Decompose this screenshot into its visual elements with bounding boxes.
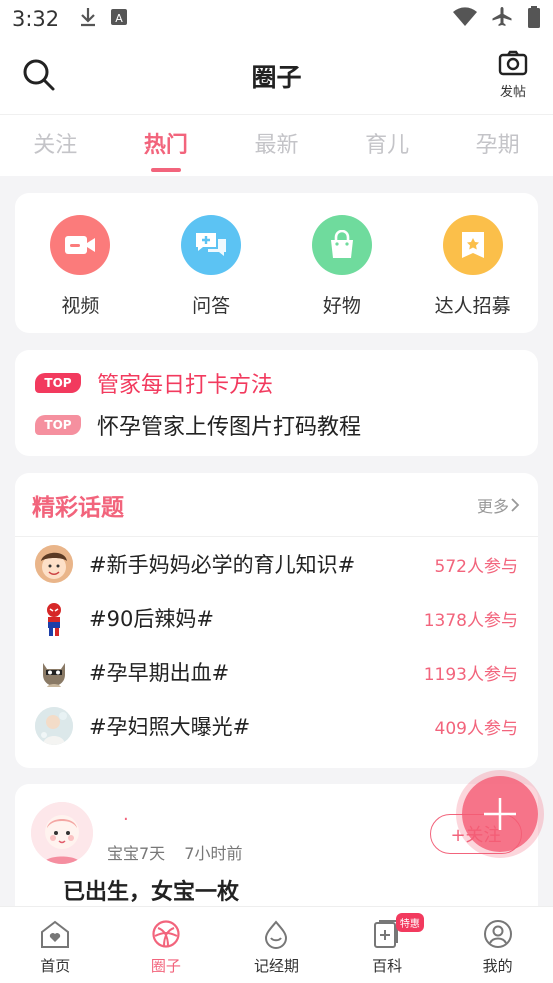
pinned-post[interactable]: TOP 管家每日打卡方法	[35, 362, 518, 404]
nav-label: 我的	[482, 957, 513, 975]
svg-text:A: A	[115, 12, 123, 25]
quick-entry-label: 达人招募	[434, 295, 511, 317]
video-icon	[50, 215, 111, 275]
tab-parenting[interactable]: 育儿	[332, 115, 443, 176]
nav-home[interactable]: 首页	[0, 907, 111, 983]
quick-entry-label: 问答	[192, 295, 231, 317]
top-badge: TOP	[35, 373, 81, 393]
topic-item[interactable]: #新手妈妈必学的育儿知识# 572人参与	[15, 537, 538, 591]
topic-name: #90后辣妈#	[89, 607, 214, 631]
topic-item[interactable]: #孕妇照大曝光# 409人参与	[15, 699, 538, 753]
circle-icon	[152, 920, 180, 948]
quick-entry-qa[interactable]: 问答	[146, 193, 277, 333]
topic-participants: 572人参与	[434, 556, 518, 577]
post-meta: 宝宝7天 7小时前	[107, 840, 256, 864]
featured-topics-card: 精彩话题 更多 #新手妈妈必学的育儿知识# 572人参与 #90后辣妈# 137…	[15, 473, 538, 768]
username[interactable]: .	[123, 804, 129, 825]
download-icon	[79, 7, 97, 32]
post-button[interactable]: 发帖	[495, 50, 531, 100]
top-bar: 圈子 发帖	[0, 38, 553, 114]
profile-icon	[483, 920, 512, 948]
nav-label: 圈子	[150, 957, 181, 975]
tab-hot[interactable]: 热门	[111, 115, 222, 176]
airplane-icon	[491, 6, 513, 33]
pinned-post-title: 管家每日打卡方法	[97, 373, 274, 398]
home-heart-icon	[41, 920, 70, 948]
topic-item[interactable]: #90后辣妈# 1378人参与	[15, 591, 538, 645]
post-title[interactable]: 已出生，女宝一枚	[63, 874, 239, 906]
nav-label: 首页	[40, 957, 71, 975]
nav-label: 记经期	[253, 957, 299, 975]
drop-icon	[265, 920, 288, 949]
category-tabs: 关注 热门 最新 育儿 孕期	[0, 114, 553, 176]
user-avatar[interactable]	[31, 802, 93, 864]
topic-participants: 409人参与	[434, 718, 518, 739]
plus-icon	[484, 798, 516, 830]
quick-entry-label: 好物	[322, 295, 361, 317]
nav-profile[interactable]: 我的	[442, 907, 553, 983]
nav-label: 百科	[372, 957, 403, 975]
pinned-post-title: 怀孕管家上传图片打码教程	[97, 415, 362, 440]
nav-period[interactable]: 记经期	[221, 907, 332, 983]
topic-avatar	[35, 599, 73, 637]
quick-entry-video[interactable]: 视频	[15, 193, 146, 333]
quick-entries-card: 视频 问答 好物 达人招募	[15, 193, 538, 333]
status-time: 3:32	[12, 7, 60, 31]
tab-pregnancy[interactable]: 孕期	[442, 115, 553, 176]
status-bar: 3:32 A	[0, 0, 553, 38]
app-notification-icon: A	[111, 8, 128, 30]
search-button[interactable]	[22, 58, 56, 92]
topic-participants: 1378人参与	[423, 610, 518, 631]
topic-avatar	[35, 653, 73, 691]
post-label: 发帖	[499, 85, 526, 100]
search-icon	[23, 59, 55, 91]
shopping-bag-icon	[311, 215, 372, 275]
star-badge-icon	[442, 215, 503, 275]
pinned-post[interactable]: TOP 怀孕管家上传图片打码教程	[35, 404, 518, 446]
topic-item[interactable]: #孕早期出血# 1193人参与	[15, 645, 538, 699]
quick-entry-label: 视频	[61, 295, 100, 317]
bottom-navigation: 首页 圈子 记经期 特惠 百科 我的	[0, 906, 553, 983]
section-title: 精彩话题	[32, 494, 124, 521]
chevron-right-icon	[511, 497, 520, 512]
top-badge: TOP	[35, 415, 81, 435]
quick-entry-goods[interactable]: 好物	[277, 193, 408, 333]
wifi-icon	[453, 6, 477, 32]
post-time: 7小时前	[184, 844, 243, 863]
topic-name: #孕早期出血#	[89, 661, 230, 685]
topic-participants: 1193人参与	[423, 664, 518, 685]
baby-age: 宝宝7天	[107, 844, 166, 863]
topic-name: #孕妇照大曝光#	[89, 715, 251, 739]
more-label: 更多	[476, 496, 509, 516]
tab-latest[interactable]: 最新	[221, 115, 332, 176]
battery-icon	[527, 5, 541, 33]
more-link[interactable]: 更多	[477, 493, 521, 517]
camera-icon	[498, 50, 528, 76]
page-title: 圈子	[251, 63, 302, 92]
topic-avatar	[35, 707, 73, 745]
topic-avatar	[35, 545, 73, 583]
pinned-posts-card: TOP 管家每日打卡方法 TOP 怀孕管家上传图片打码教程	[15, 350, 538, 456]
nav-encyclopedia[interactable]: 特惠 百科	[332, 907, 443, 983]
nav-circle[interactable]: 圈子	[111, 907, 222, 983]
promo-badge: 特惠	[395, 913, 424, 932]
quick-entry-talent[interactable]: 达人招募	[407, 193, 538, 333]
topic-name: #新手妈妈必学的育儿知识#	[89, 553, 356, 577]
feed-post-card[interactable]: . 宝宝7天 7小时前 +关注 已出生，女宝一枚	[15, 784, 538, 924]
tab-follow[interactable]: 关注	[0, 115, 111, 176]
chat-bubbles-icon	[181, 215, 242, 275]
featured-topics-header: 精彩话题 更多	[15, 473, 538, 537]
create-post-fab[interactable]	[462, 776, 538, 852]
